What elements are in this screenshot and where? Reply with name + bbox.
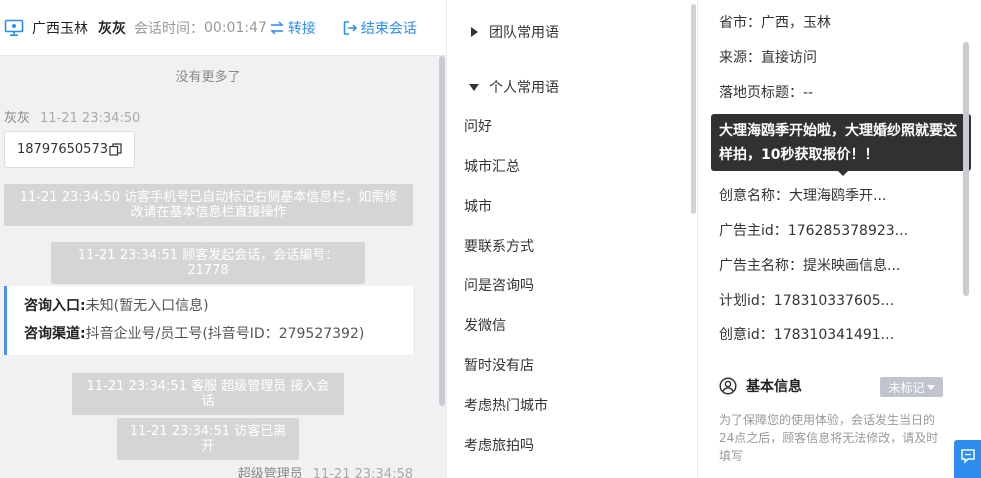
phrase-item[interactable]: 考虑热门城市 — [464, 395, 548, 415]
phrase-item[interactable]: 问好 — [464, 116, 492, 136]
info-row-creative-id[interactable]: 创意id：178310341491... — [719, 324, 894, 344]
session-time: 00:01:47 — [204, 19, 267, 36]
system-message: 11-21 23:34:51 客服 超级管理员 接入会话 — [72, 373, 344, 415]
info-row-province: 省市：广西，玉林 — [719, 12, 831, 32]
phrase-item[interactable]: 问是咨询吗 — [464, 275, 534, 295]
end-session-button[interactable]: 结束会话 — [342, 18, 417, 38]
system-message: 11-21 23:34:50 访客手机号已自动标记右侧基本信息栏，如需修改请在基… — [4, 184, 413, 226]
exit-icon — [343, 20, 357, 35]
info-value: 广西，玉林 — [761, 15, 831, 31]
personal-phrases-label: 个人常用语 — [489, 80, 559, 96]
phone-number: 18797650573 — [17, 142, 108, 157]
phrases-scrollbar-thumb[interactable] — [691, 4, 696, 214]
consult-entry-row: 咨询入口:未知(暂无入口信息) — [24, 296, 413, 324]
chat-panel: 广西玉林 灰灰 会话时间： 00:01:47 转接 结束会话 没有更多了 灰灰 1… — [0, 0, 446, 478]
info-row-source: 来源：直接访问 — [719, 47, 817, 67]
consult-channel-label: 咨询渠道: — [24, 326, 86, 342]
caret-down-icon — [469, 84, 479, 91]
floating-chat-button[interactable] — [954, 440, 981, 478]
phrase-item[interactable]: 城市汇总 — [464, 156, 520, 176]
visitor-name: 灰灰 — [98, 20, 126, 37]
info-value: 176285378923... — [787, 223, 909, 239]
personal-phrases-group[interactable]: 个人常用语 — [469, 77, 559, 97]
visitor-sender-line: 灰灰 11-21 23:34:50 — [4, 107, 140, 126]
system-message: 11-21 23:34:51 顾客发起会话，会话编号：21778 — [51, 242, 365, 284]
caret-down-icon — [926, 385, 935, 390]
consult-entry-value: 未知(暂无入口信息) — [85, 298, 209, 314]
chat-scrollbar[interactable] — [438, 56, 446, 478]
info-key: 创意名称： — [719, 188, 789, 204]
tag-dropdown-label: 未标记 — [888, 380, 925, 395]
tooltip-popup: 大理海鸥季开始啦，大理婚纱照就要这样拍，10秒获取报价！！ — [711, 114, 971, 176]
info-value: -- — [803, 85, 814, 101]
consult-channel-row: 咨询渠道:抖音企业号/员工号(抖音号ID：279527392) — [24, 324, 413, 352]
phrase-item[interactable]: 城市 — [464, 196, 492, 216]
phrase-item[interactable]: 暂时没有店 — [464, 355, 534, 375]
session-time-label: 会话时间： — [134, 20, 204, 37]
caret-right-icon — [471, 27, 478, 37]
tooltip-text: 大理海鸥季开始啦，大理婚纱照就要这样拍，10秒获取报价！！ — [719, 123, 957, 163]
info-key: 计划id： — [719, 293, 774, 309]
tooltip-arrow — [838, 171, 848, 176]
info-key: 省市： — [719, 15, 761, 31]
consult-channel-value: 抖音企业号/员工号(抖音号ID：279527392) — [85, 326, 365, 342]
info-value: 大理海鸥季开... — [789, 188, 887, 204]
info-value: 提米映画信息... — [803, 258, 901, 274]
phrase-item[interactable]: 要联系方式 — [464, 236, 534, 256]
info-value: 178310341491... — [773, 327, 895, 343]
agent-message-time: 11-21 23:34:58 — [312, 467, 413, 478]
system-message: 11-21 23:34:51 访客已离开 — [117, 418, 299, 460]
tag-dropdown[interactable]: 未标记 — [880, 377, 943, 397]
info-key: 来源： — [719, 50, 761, 66]
visitor-scrollbar-thumb[interactable] — [963, 42, 969, 296]
info-row-advertiser-id[interactable]: 广告主id：176285378923... — [719, 220, 908, 240]
team-phrases-group[interactable]: 团队常用语 — [469, 22, 559, 42]
phrase-item[interactable]: 发微信 — [464, 315, 506, 335]
info-value: 178310337605... — [773, 293, 895, 309]
chat-header: 广西玉林 灰灰 会话时间： 00:01:47 转接 结束会话 — [0, 0, 446, 56]
visitor-message-time: 11-21 23:34:50 — [40, 111, 141, 126]
phrase-item[interactable]: 考虑旅拍吗 — [464, 435, 534, 455]
monitor-icon — [4, 19, 24, 36]
info-key: 创意id： — [719, 327, 774, 343]
info-row-advertiser-name[interactable]: 广告主名称：提米映画信息... — [719, 255, 900, 275]
transfer-icon — [270, 20, 284, 35]
info-key: 广告主名称： — [719, 258, 803, 274]
info-value: 直接访问 — [761, 50, 817, 66]
chat-scrollbar-thumb[interactable] — [439, 56, 445, 406]
team-phrases-label: 团队常用语 — [489, 25, 559, 41]
visitor-sender-name: 灰灰 — [4, 111, 31, 126]
user-icon — [719, 377, 737, 395]
info-key: 落地页标题： — [719, 85, 803, 101]
visitor-location: 广西玉林 — [32, 20, 88, 37]
agent-sender-line: 超级管理员 11-21 23:34:58 — [238, 463, 413, 478]
visitor-info-panel: 省市：广西，玉林 来源：直接访问 落地页标题：-- 创意名称：大理海鸥季开...… — [698, 0, 981, 478]
quick-phrases-panel: 团队常用语 个人常用语 问好 城市汇总 城市 要联系方式 问是咨询吗 发微信 暂… — [446, 0, 698, 478]
transfer-label: 转接 — [287, 20, 316, 37]
end-session-label: 结束会话 — [360, 20, 417, 37]
consult-entry-label: 咨询入口: — [24, 298, 86, 314]
info-notice: 为了保障您的使用体验，会话发生当日的24点之后，顾客信息将无法修改，请及时填写 — [719, 413, 939, 463]
phrases-scrollbar[interactable] — [691, 0, 697, 478]
consult-info-card: 咨询入口:未知(暂无入口信息) 咨询渠道:抖音企业号/员工号(抖音号ID：279… — [4, 286, 413, 355]
no-more-text: 没有更多了 — [175, 70, 241, 85]
transfer-button[interactable]: 转接 — [269, 18, 316, 38]
info-row-creative-name[interactable]: 创意名称：大理海鸥季开... — [719, 185, 886, 205]
phone-message-bubble: 18797650573 — [4, 131, 135, 168]
copy-icon[interactable] — [109, 143, 122, 156]
info-row-landing-title: 落地页标题：-- — [719, 82, 813, 102]
agent-sender-name: 超级管理员 — [237, 467, 303, 478]
info-key: 广告主id： — [719, 223, 788, 239]
info-row-plan-id[interactable]: 计划id：178310337605... — [719, 290, 894, 310]
basic-info-title: 基本信息 — [746, 379, 802, 395]
chat-bubble-icon — [960, 449, 975, 464]
